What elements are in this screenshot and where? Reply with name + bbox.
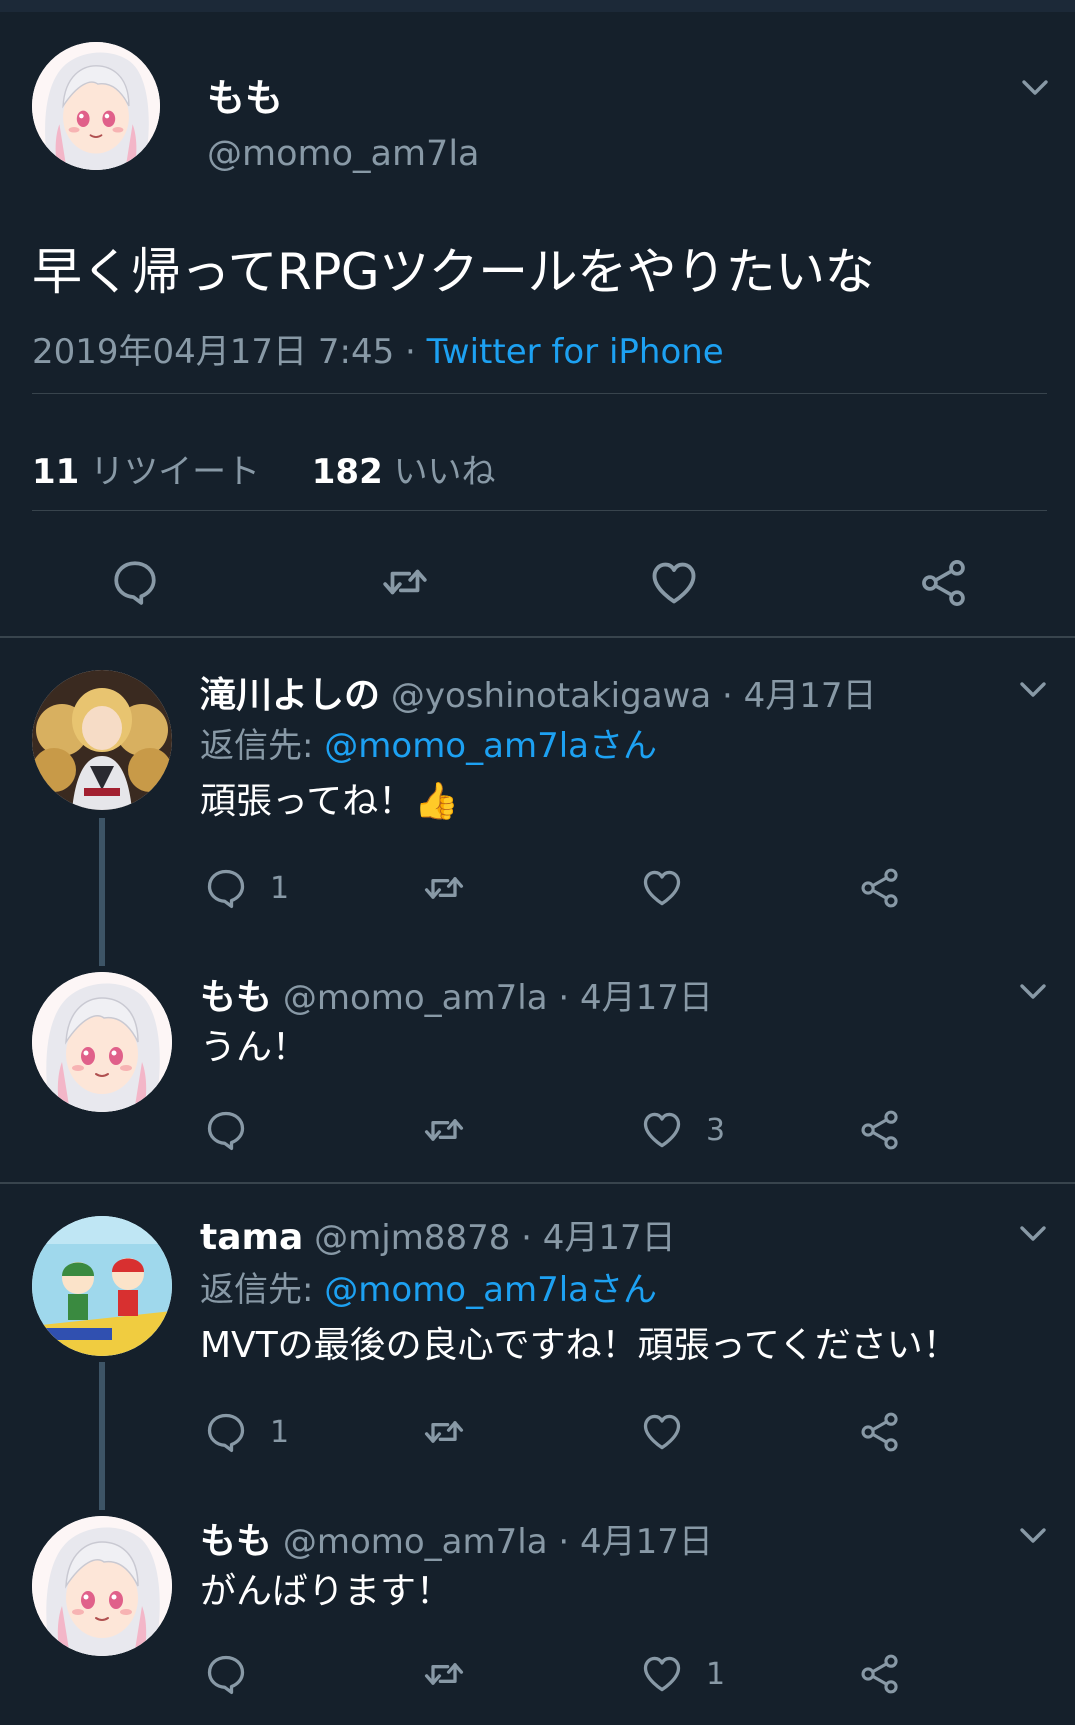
like-count[interactable]: 182 [312,452,383,492]
author-name[interactable]: 滝川よしの [200,675,380,716]
share-button[interactable] [858,866,902,910]
tweet-date: · 4月17日 [711,676,877,716]
heart-icon [640,1410,684,1454]
main-tweet: もも @momo_am7la 早く帰ってRPGツクールをやりたいな 2019年0… [0,12,1075,637]
share-button[interactable] [918,557,970,609]
reply-button[interactable] [204,1652,248,1696]
divider [32,393,1047,394]
share-button[interactable] [858,1410,902,1454]
tweet-source-link[interactable]: Twitter for iPhone [427,332,724,372]
reply-count: 1 [270,870,290,906]
author-handle[interactable]: @momo_am7la [207,134,480,174]
chevron-down-icon[interactable] [1016,1216,1050,1250]
share-icon [918,557,970,609]
share-icon [858,1652,902,1696]
speech-bubble-icon [204,1410,248,1454]
retweet-button[interactable] [376,557,434,607]
share-icon [858,866,902,910]
retweet-label[interactable]: リツイート [90,452,260,492]
chevron-down-icon[interactable] [1016,1518,1050,1552]
tweet-text: 頑張ってね！👍 [200,781,460,822]
chevron-down-icon[interactable] [1016,672,1050,706]
retweet-icon [418,1108,470,1152]
reply-to-line: 返信先: @momo_am7laさん [200,718,657,767]
tweet-timestamp: 2019年04月17日 7:45 · [32,332,427,372]
reply-header: もも @momo_am7la · 4月17日 [200,1512,713,1564]
avatar[interactable] [32,670,172,810]
reply-to-label: 返信先: [200,1270,325,1310]
tweet-stats: 11 リツイート 182 いいね [32,444,496,493]
avatar[interactable] [32,42,160,170]
section-divider [0,636,1075,638]
speech-bubble-icon [204,1108,248,1152]
like-button[interactable]: 1 [640,1652,725,1696]
reply-header: もも @momo_am7la · 4月17日 [200,968,713,1020]
reply-to-mention[interactable]: @momo_am7laさん [324,1270,657,1310]
reply-button[interactable] [204,1108,248,1152]
retweet-icon [376,557,434,607]
reply-button[interactable]: 1 [204,866,289,910]
reply-to-line: 返信先: @momo_am7laさん [200,1262,657,1311]
thread-line [99,818,105,966]
tweet-text: 早く帰ってRPGツクールをやりたいな [32,243,875,301]
author-handle[interactable]: @momo_am7la [283,978,548,1018]
thread-line [99,1362,105,1510]
tweet-date: · 4月17日 [547,1522,713,1562]
reply-count: 1 [270,1414,290,1450]
like-button[interactable] [640,1410,684,1454]
tweet-date: · 4月17日 [547,978,713,1018]
reply-to-mention[interactable]: @momo_am7laさん [324,726,657,766]
divider [32,510,1047,511]
reply-to-label: 返信先: [200,726,325,766]
like-button[interactable]: 3 [640,1108,725,1152]
speech-bubble-icon [204,1652,248,1696]
retweet-button[interactable] [418,1108,470,1152]
author-name[interactable]: tama [200,1217,303,1258]
reply-header: tama @mjm8878 · 4月17日 [200,1210,676,1259]
author-handle[interactable]: @yoshinotakigawa [391,676,711,716]
status-bar [0,0,1075,12]
retweet-icon [418,1410,470,1454]
heart-icon [648,557,700,609]
tweet-date: · 4月17日 [510,1218,676,1258]
heart-icon [640,1652,684,1696]
tweet-text: MVTの最後の良心ですね！頑張ってください！ [200,1325,959,1366]
chevron-down-icon[interactable] [1016,974,1050,1008]
author-name[interactable]: もも [200,1521,272,1562]
retweet-icon [418,866,470,910]
heart-icon [640,1108,684,1152]
share-icon [858,1108,902,1152]
chevron-down-icon[interactable] [1018,70,1052,104]
like-count: 1 [706,1656,726,1692]
reply-header: 滝川よしの @yoshinotakigawa · 4月17日 [200,666,877,718]
author-handle[interactable]: @momo_am7la [283,1522,548,1562]
tweet-text: うん！ [200,1027,309,1068]
reply-button[interactable]: 1 [204,1410,289,1454]
retweet-button[interactable] [418,1410,470,1454]
like-label[interactable]: いいね [394,452,496,492]
tweet-meta: 2019年04月17日 7:45 · Twitter for iPhone [32,324,724,373]
author-name[interactable]: もも [207,67,283,122]
tweet-text: がんばります！ [200,1571,453,1612]
reply-button[interactable] [110,557,160,607]
avatar[interactable] [32,1216,172,1356]
share-icon [858,1410,902,1454]
author-name[interactable]: もも [200,977,272,1018]
section-divider [0,1182,1075,1184]
retweet-count[interactable]: 11 [32,452,79,492]
avatar[interactable] [32,1516,172,1656]
retweet-button[interactable] [418,1652,470,1696]
retweet-button[interactable] [418,866,470,910]
share-button[interactable] [858,1652,902,1696]
retweet-icon [418,1652,470,1696]
like-button[interactable] [640,866,684,910]
like-count: 3 [706,1112,726,1148]
share-button[interactable] [858,1108,902,1152]
heart-icon [640,866,684,910]
speech-bubble-icon [204,866,248,910]
author-handle[interactable]: @mjm8878 [314,1218,510,1258]
avatar[interactable] [32,972,172,1112]
speech-bubble-icon [110,557,160,607]
like-button[interactable] [648,557,700,609]
